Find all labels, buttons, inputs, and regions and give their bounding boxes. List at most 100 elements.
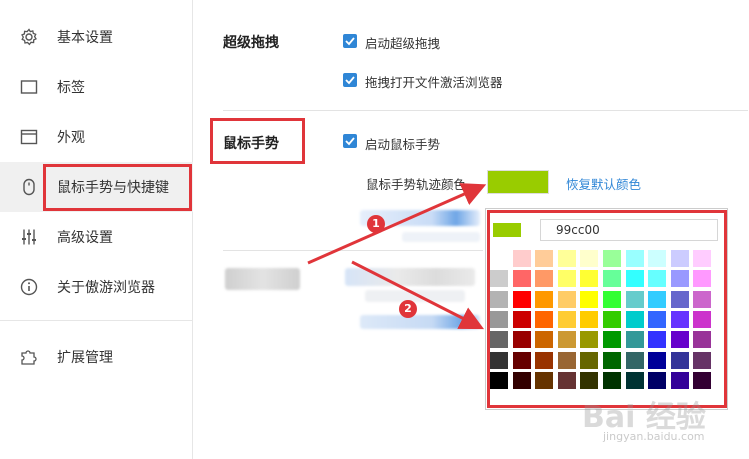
color-swatch[interactable]	[512, 351, 531, 369]
color-swatch[interactable]	[490, 290, 508, 308]
checkbox-enable-gesture[interactable]	[343, 134, 357, 148]
sliders-icon	[20, 228, 38, 246]
color-swatch[interactable]	[693, 351, 712, 369]
color-swatch[interactable]	[557, 270, 576, 288]
settings-sidebar: 基本设置 标签 外观 鼠标手势与快捷键 高级设置 关于傲游浏览器 扩展管理	[0, 0, 193, 459]
color-swatch[interactable]	[580, 310, 599, 328]
color-swatch[interactable]	[603, 331, 621, 349]
trail-color-swatch-button[interactable]	[487, 170, 549, 194]
color-swatch[interactable]	[603, 351, 621, 369]
color-swatch[interactable]	[648, 270, 667, 288]
color-swatch[interactable]	[490, 250, 508, 267]
sidebar-item-label: 外观	[57, 130, 85, 146]
color-swatch[interactable]	[648, 351, 667, 369]
color-swatch[interactable]	[580, 290, 599, 308]
color-swatch[interactable]	[603, 270, 621, 288]
color-swatch[interactable]	[557, 371, 576, 389]
color-swatch[interactable]	[648, 371, 667, 389]
tab-icon	[20, 78, 38, 96]
color-swatch[interactable]	[693, 371, 712, 389]
color-swatch[interactable]	[512, 270, 531, 288]
color-swatch[interactable]	[693, 270, 712, 288]
color-swatch[interactable]	[670, 351, 689, 369]
color-swatch[interactable]	[670, 331, 689, 349]
puzzle-icon	[20, 348, 38, 366]
color-swatch[interactable]	[535, 290, 554, 308]
color-swatch[interactable]	[670, 250, 689, 267]
color-swatch[interactable]	[535, 331, 554, 349]
color-swatch[interactable]	[603, 250, 621, 267]
sidebar-item-label: 扩展管理	[57, 350, 113, 366]
color-swatch[interactable]	[557, 310, 576, 328]
color-swatch[interactable]	[580, 250, 599, 267]
color-swatch[interactable]	[648, 290, 667, 308]
color-swatch[interactable]	[557, 331, 576, 349]
sidebar-item-label: 标签	[57, 80, 85, 96]
color-swatch[interactable]	[557, 250, 576, 267]
color-swatch[interactable]	[648, 331, 667, 349]
color-swatch[interactable]	[603, 310, 621, 328]
info-icon	[20, 278, 38, 296]
sidebar-item-advanced[interactable]: 高级设置	[0, 212, 193, 262]
color-swatch[interactable]	[670, 290, 689, 308]
gear-icon	[20, 28, 38, 46]
color-swatch[interactable]	[490, 310, 508, 328]
color-swatch[interactable]	[625, 310, 644, 328]
color-swatch[interactable]	[490, 270, 508, 288]
sidebar-item-about[interactable]: 关于傲游浏览器	[0, 262, 193, 312]
section-title-super-drag: 超级拖拽	[223, 35, 279, 51]
color-swatch[interactable]	[535, 371, 554, 389]
color-swatch[interactable]	[490, 371, 508, 389]
divider	[223, 110, 748, 111]
color-swatch[interactable]	[625, 270, 644, 288]
checkbox-label: 启动超级拖拽	[365, 36, 441, 51]
current-color-preview	[493, 223, 521, 237]
watermark-url: jingyan.baidu.com	[603, 430, 705, 443]
color-swatch[interactable]	[693, 310, 712, 328]
color-swatch[interactable]	[693, 250, 712, 267]
color-swatch[interactable]	[535, 250, 554, 267]
color-swatch[interactable]	[625, 371, 644, 389]
color-swatch[interactable]	[625, 331, 644, 349]
color-swatch[interactable]	[535, 310, 554, 328]
color-swatch[interactable]	[557, 290, 576, 308]
color-swatch[interactable]	[580, 351, 599, 369]
color-swatch[interactable]	[580, 331, 599, 349]
color-swatch[interactable]	[670, 270, 689, 288]
color-swatch[interactable]	[512, 290, 531, 308]
color-swatch[interactable]	[670, 371, 689, 389]
color-swatch[interactable]	[512, 310, 531, 328]
color-swatch[interactable]	[625, 351, 644, 369]
color-swatch[interactable]	[603, 290, 621, 308]
color-swatch[interactable]	[580, 371, 599, 389]
checkbox-drag-open-file[interactable]	[343, 73, 357, 87]
color-swatch[interactable]	[693, 290, 712, 308]
color-swatch[interactable]	[512, 250, 531, 267]
color-swatch[interactable]	[625, 250, 644, 267]
color-swatch[interactable]	[603, 371, 621, 389]
color-swatch[interactable]	[693, 331, 712, 349]
color-swatch[interactable]	[670, 310, 689, 328]
sidebar-item-label: 基本设置	[57, 30, 113, 46]
color-swatch[interactable]	[512, 371, 531, 389]
color-swatch[interactable]	[535, 270, 554, 288]
checkbox-super-drag[interactable]	[343, 34, 357, 48]
color-swatch[interactable]	[648, 310, 667, 328]
color-swatch[interactable]	[490, 351, 508, 369]
color-swatch[interactable]	[580, 270, 599, 288]
blurred-content	[365, 290, 465, 302]
sidebar-item-tabs[interactable]: 标签	[0, 62, 193, 112]
blurred-content	[360, 315, 480, 329]
reset-color-link[interactable]: 恢复默认颜色	[566, 174, 641, 193]
color-swatch[interactable]	[625, 290, 644, 308]
color-swatch[interactable]	[512, 331, 531, 349]
color-swatch[interactable]	[648, 250, 667, 267]
color-swatch[interactable]	[557, 351, 576, 369]
sidebar-item-appearance[interactable]: 外观	[0, 112, 193, 162]
color-swatch[interactable]	[535, 351, 554, 369]
color-swatch[interactable]	[490, 331, 508, 349]
sidebar-item-extensions[interactable]: 扩展管理	[0, 332, 193, 382]
sidebar-item-basic-settings[interactable]: 基本设置	[0, 12, 193, 62]
hex-color-input[interactable]: 99cc00	[540, 219, 718, 241]
highlight-box-section	[210, 118, 305, 164]
